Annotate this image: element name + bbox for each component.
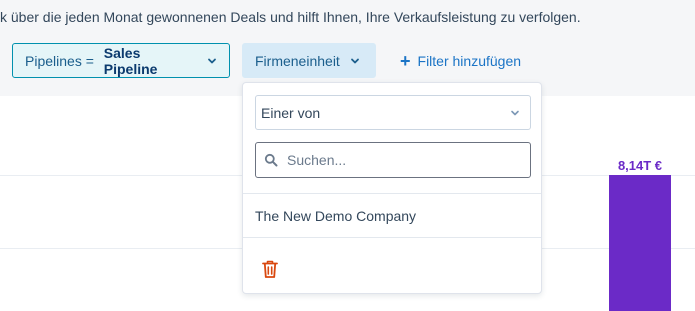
pipelines-filter-prefix: Pipelines =	[25, 52, 98, 69]
pipelines-filter-chip[interactable]: Pipelines = Sales Pipeline	[12, 43, 230, 78]
operator-select-value: Einer von	[261, 104, 321, 121]
search-field[interactable]	[255, 142, 531, 178]
chart-data-label: 8,14T €	[618, 158, 662, 173]
dropdown-divider	[243, 193, 541, 194]
dropdown-divider	[243, 237, 541, 238]
company-filter-dropdown: Einer von The New Demo Company	[242, 82, 542, 294]
chart-bar[interactable]	[609, 175, 671, 311]
company-filter-chip[interactable]: Firmeneinheit	[242, 43, 376, 78]
search-input[interactable]	[287, 152, 517, 168]
company-filter-label: Firmeneinheit	[255, 52, 340, 69]
search-icon	[264, 153, 278, 167]
operator-select[interactable]: Einer von	[255, 95, 531, 130]
trash-icon[interactable]	[261, 259, 279, 279]
plus-icon: +	[400, 50, 411, 71]
add-filter-button[interactable]: + Filter hinzufügen	[400, 43, 521, 78]
option-item[interactable]: The New Demo Company	[255, 208, 416, 224]
add-filter-label: Filter hinzufügen	[417, 52, 522, 69]
chevron-down-icon	[350, 56, 360, 66]
report-description: k über die jeden Monat gewonnenen Deals …	[0, 9, 581, 25]
report-page: k über die jeden Monat gewonnenen Deals …	[0, 0, 695, 311]
chevron-down-icon	[510, 108, 520, 118]
pipelines-filter-value: Sales Pipeline	[103, 44, 158, 77]
chevron-down-icon	[207, 56, 217, 66]
